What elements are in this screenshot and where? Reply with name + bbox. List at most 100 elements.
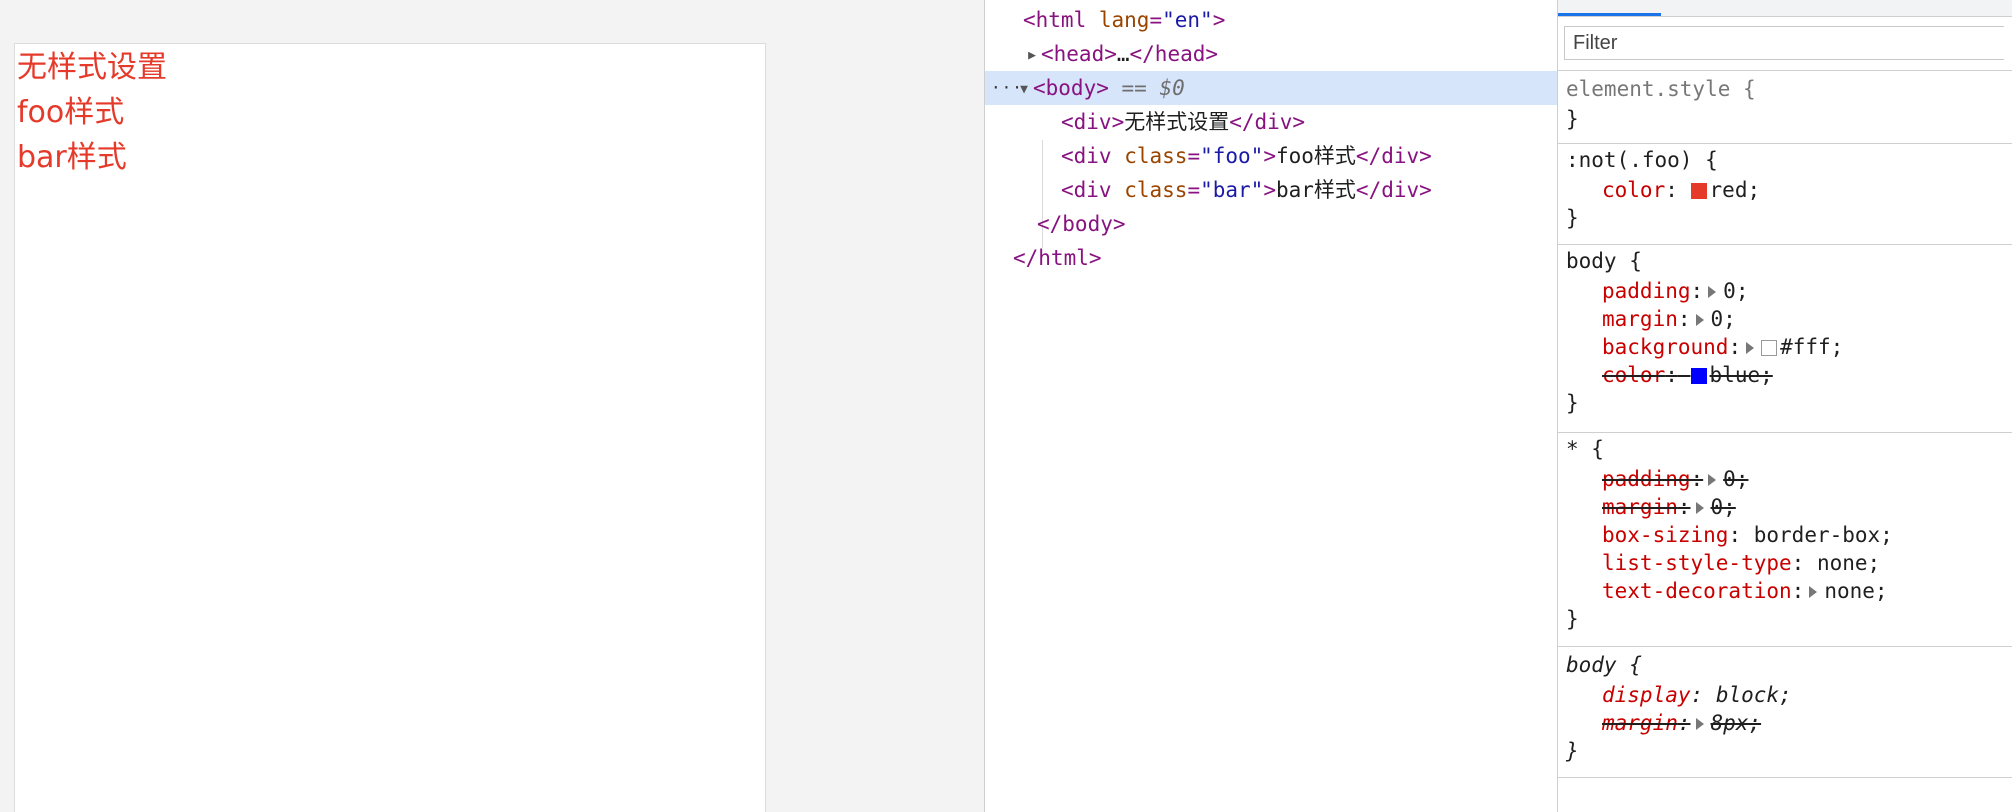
prop-value[interactable]: none; (1824, 579, 1887, 603)
prop-name: background (1602, 335, 1729, 359)
prop-text-decoration[interactable]: text-decoration: none; (1602, 577, 1888, 605)
color-swatch-icon[interactable] (1690, 368, 1707, 384)
color-swatch-icon[interactable] (1761, 340, 1778, 356)
tag-close: > (1212, 8, 1226, 32)
tab-styles-active[interactable] (1558, 0, 1661, 16)
rule-close-brace: } (1566, 206, 1579, 230)
expand-shorthand-icon[interactable] (1708, 286, 1717, 298)
expand-shorthand-icon[interactable] (1695, 314, 1704, 326)
node-text: 无样式设置 (1124, 110, 1230, 134)
rule-selector[interactable]: body { (1566, 651, 1642, 679)
expand-shorthand-icon[interactable] (1746, 342, 1755, 354)
prop-margin-overridden[interactable]: margin: 0; (1602, 493, 1736, 521)
style-rule-body-user-agent: body { display: block; margin: 8px; } (1558, 647, 2012, 778)
prop-display[interactable]: display: block; (1602, 681, 1792, 709)
tree-node-body-close[interactable]: </body> (1037, 207, 1126, 241)
tree-node-body-selected[interactable]: ··· ▼ <body> == $0 (985, 71, 1557, 105)
tag-open: <head> (1041, 42, 1117, 66)
prop-name: list-style-type (1602, 551, 1792, 575)
tag-gt: > (1263, 178, 1276, 202)
prop-colon: : (1791, 551, 1805, 575)
tag-close: </div> (1355, 144, 1432, 168)
attr-eq: = (1149, 8, 1163, 32)
prop-padding-overridden[interactable]: padding: 0; (1602, 465, 1748, 493)
tag-open: <body> (1033, 76, 1109, 100)
styles-tab-strip (1558, 0, 2012, 17)
rule-close-brace: } (1566, 107, 1579, 131)
style-rule-element-style: element.style { } (1558, 71, 2012, 144)
prop-value[interactable]: 0; (1723, 279, 1748, 303)
color-swatch-icon[interactable] (1690, 183, 1707, 199)
filter-input[interactable] (1564, 26, 2004, 60)
tag-close: </html> (1013, 246, 1102, 270)
prop-name: text-decoration (1602, 579, 1792, 603)
attr-name: lang (1098, 8, 1150, 32)
prop-name: margin (1602, 711, 1678, 735)
tag-gt: > (1263, 144, 1276, 168)
tree-node-html-close[interactable]: </html> (1013, 241, 1102, 275)
prop-name: margin (1602, 495, 1678, 519)
prop-value[interactable]: border-box; (1754, 523, 1893, 547)
prop-name: padding (1602, 279, 1691, 303)
prop-colon: : (1665, 178, 1678, 202)
tree-node-head[interactable]: ▶ <head>…</head> (1023, 37, 1218, 71)
expand-triangle-icon[interactable]: ▶ (1023, 39, 1041, 73)
prop-value[interactable]: 0; (1723, 467, 1748, 491)
prop-margin[interactable]: margin: 0; (1602, 305, 1736, 333)
prop-value[interactable]: 0; (1711, 307, 1736, 331)
tree-node-div-foo[interactable]: <div class="foo">foo样式</div> (1061, 139, 1432, 173)
prop-colon: : (1665, 363, 1678, 387)
node-text: foo样式 (1275, 144, 1356, 168)
prop-colon: : (1728, 335, 1742, 359)
expand-shorthand-icon[interactable] (1809, 586, 1818, 598)
tree-node-div-bar[interactable]: <div class="bar">bar样式</div> (1061, 173, 1432, 207)
prop-name: color (1602, 178, 1666, 202)
preview-line-bar: bar样式 (17, 140, 127, 175)
style-rule-not-foo: :not(.foo) { color: red; } (1558, 144, 2012, 245)
prop-color[interactable]: color: red; (1602, 176, 1760, 204)
tag-close: </div> (1229, 110, 1306, 134)
attr-eq: = (1187, 144, 1201, 168)
prop-list-style-type[interactable]: list-style-type: none; (1602, 549, 1880, 577)
preview-line-no-style: 无样式设置 (17, 50, 167, 85)
prop-value[interactable]: 0; (1711, 495, 1736, 519)
prop-value[interactable]: block; (1716, 683, 1792, 707)
rule-selector[interactable]: * { (1566, 435, 1604, 463)
prop-value[interactable]: blue; (1710, 363, 1773, 387)
rule-close-brace: } (1566, 739, 1579, 763)
prop-name: margin (1602, 307, 1678, 331)
prop-colon: : (1690, 279, 1704, 303)
rule-selector[interactable]: body { (1566, 247, 1642, 275)
rule-close-brace: } (1566, 391, 1579, 415)
prop-name: color (1602, 363, 1666, 387)
style-rule-body: body { padding: 0; margin: 0; background: #… (1558, 245, 2012, 433)
prop-value[interactable]: 8px; (1711, 711, 1762, 735)
prop-padding[interactable]: padding: 0; (1602, 277, 1748, 305)
preview-line-foo: foo样式 (17, 95, 125, 130)
attr-name: class (1124, 144, 1188, 168)
expand-shorthand-icon[interactable] (1695, 502, 1704, 514)
tree-node-div[interactable]: <div>无样式设置</div> (1061, 105, 1305, 139)
tag-close: </body> (1037, 212, 1126, 236)
prop-colon: : (1677, 495, 1691, 519)
filter-bar (1558, 17, 2012, 71)
prop-color-overridden[interactable]: color: blue; (1602, 361, 1773, 389)
devtools-panel: <html lang="en"> ▶ <head>…</head> ··· ▼ <b… (984, 0, 2012, 812)
collapse-triangle-icon[interactable]: ▼ (1015, 73, 1033, 107)
prop-margin-overridden[interactable]: margin: 8px; (1602, 709, 1761, 737)
expand-shorthand-icon[interactable] (1695, 718, 1704, 730)
rule-selector[interactable]: :not(.foo) { (1566, 146, 1718, 174)
prop-value[interactable]: none; (1817, 551, 1880, 575)
tag-name: <div (1061, 178, 1112, 202)
expand-shorthand-icon[interactable] (1708, 474, 1717, 486)
page-preview: 无样式设置 foo样式 bar样式 (14, 43, 766, 812)
tree-node-html[interactable]: <html lang="en"> (1023, 3, 1225, 37)
prop-value[interactable]: red; (1710, 178, 1761, 202)
rule-selector[interactable]: element.style { (1566, 75, 1756, 103)
console-ref: $0 (1159, 76, 1185, 100)
prop-value[interactable]: #fff; (1780, 335, 1843, 359)
tag-close: </head> (1129, 42, 1219, 66)
prop-background[interactable]: background: #fff; (1602, 333, 1843, 361)
prop-box-sizing[interactable]: box-sizing: border-box; (1602, 521, 1893, 549)
collapsed-ellipsis[interactable]: … (1117, 42, 1130, 66)
